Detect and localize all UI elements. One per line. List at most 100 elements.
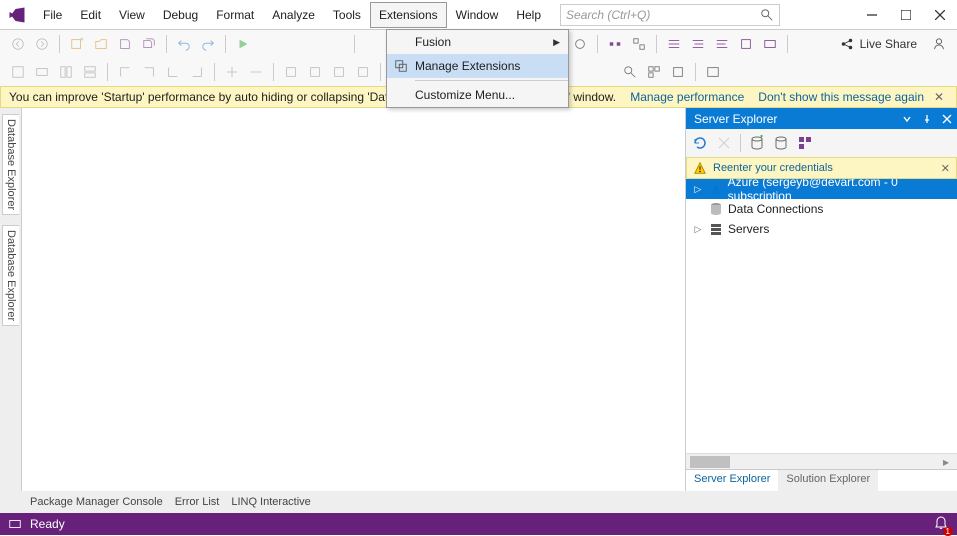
toolbar-icon[interactable] (163, 62, 183, 82)
toolbar-icon[interactable] (139, 62, 159, 82)
dismiss-message-link[interactable]: Don't show this message again (758, 90, 924, 104)
live-share-button[interactable]: Live Share (840, 37, 917, 51)
toolbar-icon[interactable] (629, 34, 649, 54)
menu-analyze[interactable]: Analyze (263, 2, 324, 28)
notification-badge: 1 (943, 527, 953, 536)
chevron-right-icon: ▶ (553, 37, 560, 48)
notifications-button[interactable]: 1 (933, 515, 949, 534)
toolbar-icon[interactable] (353, 62, 373, 82)
tree-node-label: Data Connections (728, 202, 823, 216)
extensions-menu-dropdown: Fusion▶Manage Extensions Customize Menu..… (386, 29, 569, 108)
menu-window[interactable]: Window (447, 2, 508, 28)
close-icon[interactable]: ✕ (941, 162, 950, 175)
tree-node-label: Azure (sergeyb@devart.com - 0 subscripti… (728, 179, 957, 203)
undo-button[interactable] (174, 34, 194, 54)
status-icon (8, 517, 22, 531)
toolbar-icon[interactable] (712, 34, 732, 54)
stop-icon (716, 135, 732, 151)
side-tab-db-explorer[interactable]: Database Explorer (2, 114, 19, 215)
toolbar-icon[interactable] (115, 62, 135, 82)
start-debug-button[interactable] (233, 34, 253, 54)
services-icon[interactable] (797, 135, 813, 151)
close-icon[interactable]: ✕ (934, 90, 948, 104)
bottom-tool-tabs: Package Manager Console Error List LINQ … (0, 491, 957, 513)
search-icon (760, 8, 774, 22)
horizontal-scrollbar[interactable]: ▸ (686, 453, 957, 469)
panel-pin-button[interactable] (917, 114, 937, 124)
title-bar: FileEditViewDebugFormatAnalyzeToolsExten… (0, 0, 957, 30)
menu-file[interactable]: File (34, 2, 71, 28)
toolbar-icon[interactable] (329, 62, 349, 82)
close-button[interactable] (923, 1, 957, 29)
main-menu: FileEditViewDebugFormatAnalyzeToolsExten… (34, 2, 550, 28)
search-box[interactable]: Search (Ctrl+Q) (560, 4, 780, 26)
nav-back-button[interactable] (8, 34, 28, 54)
toolbar-icon[interactable] (664, 34, 684, 54)
toolbar-icon[interactable] (8, 62, 28, 82)
save-all-button[interactable] (139, 34, 159, 54)
menu-view[interactable]: View (110, 2, 154, 28)
tab-solution-explorer[interactable]: Solution Explorer (778, 470, 878, 491)
menu-extensions[interactable]: Extensions (370, 2, 447, 28)
dropdown-item-manage-extensions[interactable]: Manage Extensions (387, 54, 568, 78)
panel-title-bar: Server Explorer (686, 108, 957, 129)
toolbar-icon[interactable] (570, 34, 590, 54)
tab-linq-interactive[interactable]: LINQ Interactive (231, 496, 310, 508)
side-tab-db-explorer-2[interactable]: Database Explorer (2, 225, 19, 326)
maximize-button[interactable] (889, 1, 923, 29)
tree-node[interactable]: ▷Servers (686, 219, 957, 239)
tree-expander[interactable]: ▷ (692, 224, 704, 235)
server-explorer-panel: Server Explorer Reenter your credentials… (685, 108, 957, 491)
toolbar-icon[interactable] (305, 62, 325, 82)
tab-server-explorer[interactable]: Server Explorer (686, 470, 778, 491)
status-bar: Ready 1 (0, 513, 957, 535)
db-icon (708, 201, 724, 217)
toolbar-icon[interactable] (281, 62, 301, 82)
panel-tabstrip: Server Explorer Solution Explorer (686, 469, 957, 491)
tab-error-list[interactable]: Error List (175, 496, 220, 508)
server-icon (708, 221, 724, 237)
user-icon[interactable] (929, 34, 949, 54)
refresh-icon[interactable] (692, 135, 708, 151)
toolbar-icon[interactable] (668, 62, 688, 82)
connect-db-icon[interactable] (749, 135, 765, 151)
toolbar-icon[interactable] (760, 34, 780, 54)
dropdown-item-fusion[interactable]: Fusion▶ (387, 30, 568, 54)
scrollbar-thumb[interactable] (690, 456, 730, 468)
toolbar-icon[interactable] (80, 62, 100, 82)
toolbar-icon[interactable] (246, 62, 266, 82)
toolbar-icon[interactable] (688, 34, 708, 54)
credentials-warning: Reenter your credentials ✕ (686, 157, 957, 179)
toolbar-icon[interactable] (56, 62, 76, 82)
menu-format[interactable]: Format (207, 2, 263, 28)
panel-close-button[interactable] (937, 114, 957, 124)
nav-forward-button[interactable] (32, 34, 52, 54)
tree-expander[interactable]: ▷ (692, 184, 704, 195)
toolbar-icon[interactable] (620, 62, 640, 82)
toolbar-icon[interactable] (644, 62, 664, 82)
toolbar-icon[interactable] (222, 62, 242, 82)
menu-help[interactable]: Help (507, 2, 550, 28)
extension-icon (394, 59, 408, 73)
toolbar-icon[interactable] (703, 62, 723, 82)
reenter-credentials-link[interactable]: Reenter your credentials (713, 162, 935, 174)
panel-dropdown-button[interactable] (897, 114, 917, 124)
menu-edit[interactable]: Edit (71, 2, 110, 28)
minimize-button[interactable] (855, 1, 889, 29)
manage-performance-link[interactable]: Manage performance (630, 90, 744, 104)
save-button[interactable] (115, 34, 135, 54)
tree-node[interactable]: ▷Azure (sergeyb@devart.com - 0 subscript… (686, 179, 957, 199)
toolbar-icon[interactable] (32, 62, 52, 82)
toolbar-icon[interactable] (605, 34, 625, 54)
open-file-button[interactable] (91, 34, 111, 54)
dropdown-item-customize-menu-[interactable]: Customize Menu... (387, 83, 568, 107)
tab-package-manager[interactable]: Package Manager Console (30, 496, 163, 508)
toolbar-icon[interactable] (187, 62, 207, 82)
redo-button[interactable] (198, 34, 218, 54)
search-placeholder: Search (Ctrl+Q) (566, 8, 760, 22)
menu-debug[interactable]: Debug (154, 2, 207, 28)
db-icon[interactable] (773, 135, 789, 151)
menu-tools[interactable]: Tools (324, 2, 370, 28)
toolbar-icon[interactable] (736, 34, 756, 54)
new-project-button[interactable] (67, 34, 87, 54)
